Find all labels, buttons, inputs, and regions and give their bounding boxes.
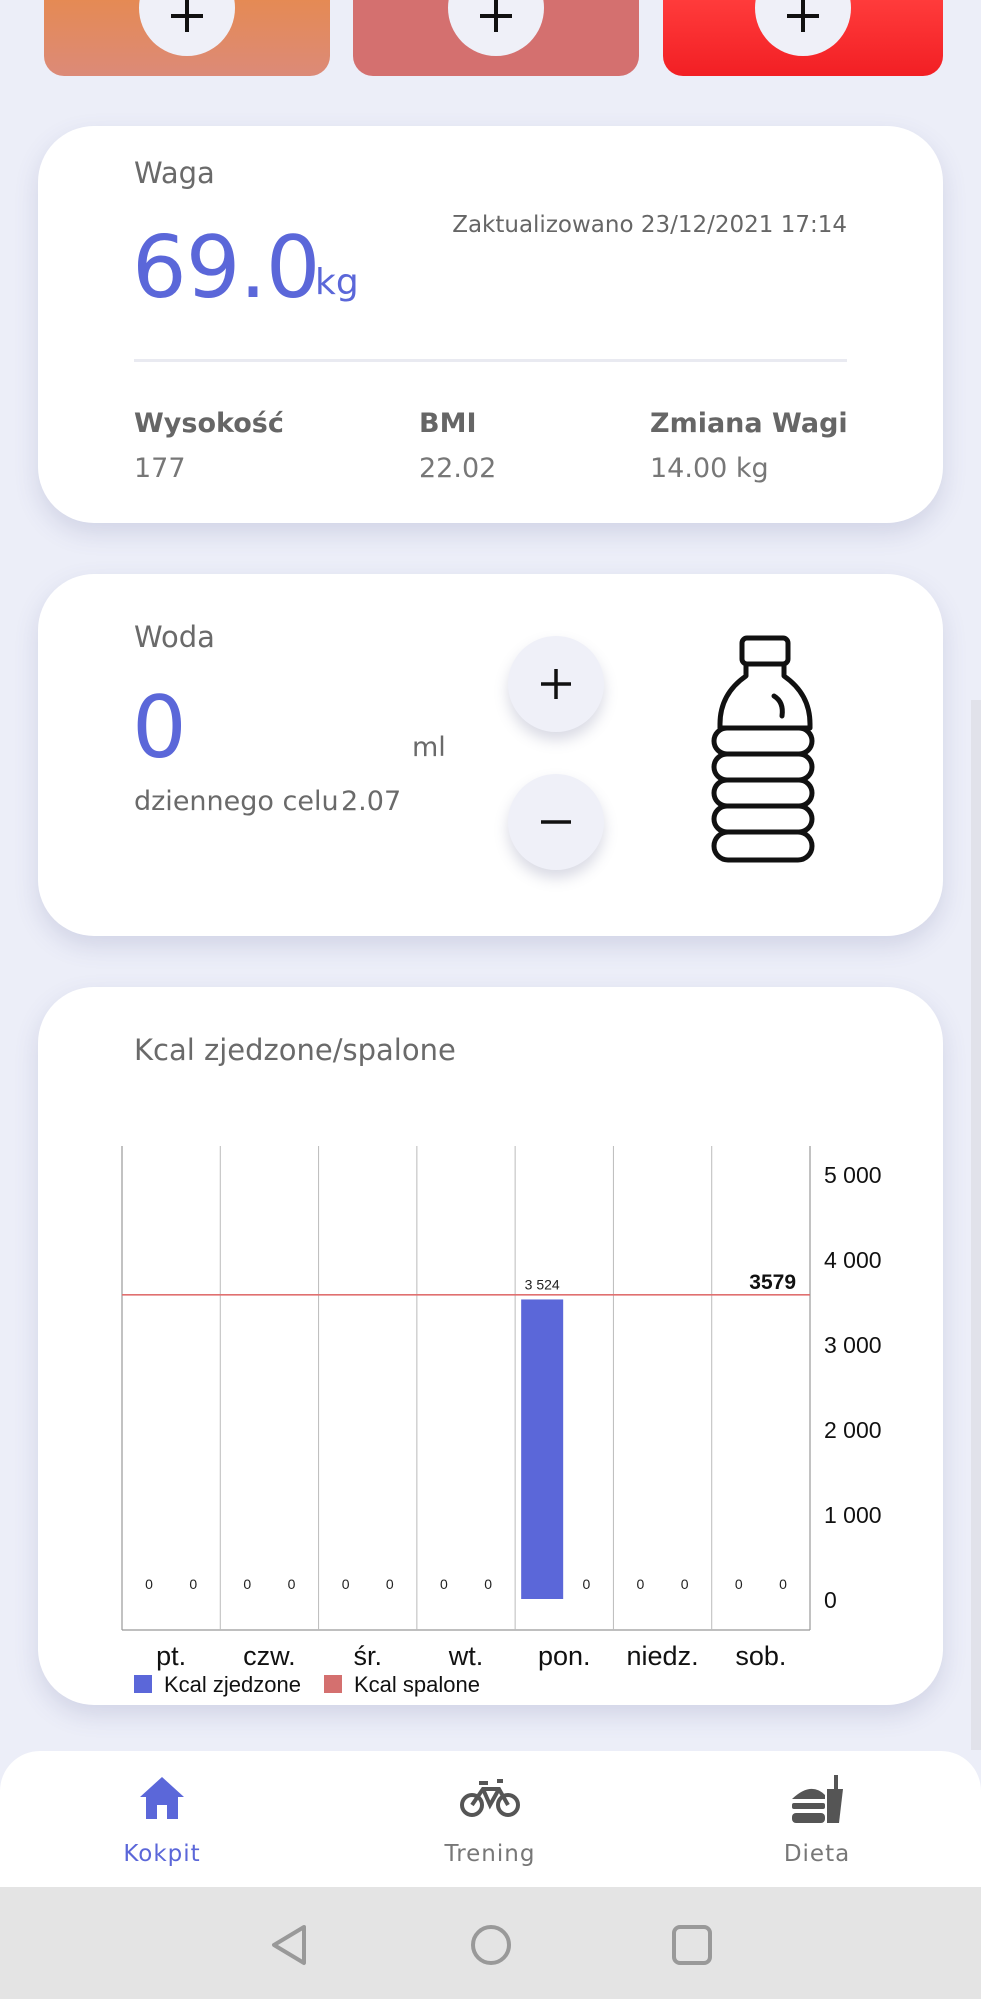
data-label: 0	[440, 1576, 448, 1592]
data-label: 0	[637, 1576, 645, 1592]
food-icon	[792, 1775, 843, 1823]
minus-icon	[541, 820, 571, 824]
add-button-2[interactable]	[448, 0, 544, 56]
y-tick-label: 4 000	[824, 1247, 882, 1273]
x-tick-label: niedz.	[627, 1641, 699, 1671]
legend-label: Kcal zjedzone	[164, 1672, 301, 1697]
water-goal-label: dziennego celu	[134, 786, 339, 817]
plus-icon	[787, 0, 819, 32]
plus-icon	[480, 0, 512, 32]
x-tick-label: wt.	[448, 1641, 484, 1671]
add-button-3[interactable]	[755, 0, 851, 56]
add-button-1[interactable]	[139, 0, 235, 56]
stat-label: Zmiana Wagi	[650, 408, 848, 439]
home-circle-icon[interactable]	[469, 1923, 513, 1967]
weight-value: 69.0	[132, 218, 320, 318]
nav-item-label: Kokpit	[123, 1841, 201, 1867]
stat-label: BMI	[419, 408, 477, 439]
stat-value: 177	[134, 453, 186, 484]
system-navigation-bar	[0, 1887, 981, 1999]
recents-icon[interactable]	[670, 1923, 714, 1967]
data-label: 0	[386, 1576, 394, 1592]
data-label: 0	[681, 1576, 689, 1592]
top-tile-1[interactable]	[44, 0, 330, 76]
weight-unit: kg	[315, 262, 359, 303]
y-tick-label: 2 000	[824, 1417, 882, 1443]
scrollbar[interactable]	[971, 700, 981, 1750]
weight-updated-timestamp: Zaktualizowano 23/12/2021 17:14	[452, 212, 847, 238]
stat-value: 22.02	[419, 453, 497, 484]
weight-title: Waga	[134, 156, 215, 190]
y-tick-label: 5 000	[824, 1162, 882, 1188]
top-tile-2[interactable]	[353, 0, 639, 76]
x-tick-label: czw.	[243, 1641, 296, 1671]
plus-icon	[171, 0, 203, 32]
top-tile-3[interactable]	[663, 0, 943, 76]
nav-item-kokpit[interactable]: Kokpit	[62, 1751, 262, 1887]
home-icon	[140, 1777, 184, 1819]
nav-item-trening[interactable]: Trening	[390, 1751, 590, 1887]
x-tick-label: sob.	[735, 1641, 786, 1671]
remove-water-button[interactable]	[508, 774, 604, 870]
data-label: 0	[288, 1576, 296, 1592]
nav-item-label: Trening	[444, 1841, 536, 1867]
water-unit: ml	[412, 732, 446, 763]
y-tick-label: 0	[824, 1587, 837, 1613]
water-value: 0	[132, 678, 187, 778]
x-tick-label: pon.	[538, 1641, 591, 1671]
x-tick-label: śr.	[353, 1641, 382, 1671]
data-label: 3 524	[525, 1276, 560, 1292]
chart-bar-kcal-eaten	[521, 1299, 564, 1599]
water-goal-value: 2.07	[341, 786, 402, 817]
stat-height: Wysokość 177	[134, 408, 284, 484]
data-label: 0	[484, 1576, 492, 1592]
data-label: 0	[779, 1576, 787, 1592]
divider	[134, 359, 847, 362]
nav-item-dieta[interactable]: Dieta	[717, 1751, 917, 1887]
data-label: 0	[243, 1576, 251, 1592]
back-icon[interactable]	[268, 1923, 310, 1967]
stat-bmi: BMI 22.02	[419, 408, 496, 484]
bottom-navigation: Kokpit Trening Dieta	[0, 1751, 981, 1887]
kcal-card: Kcal zjedzone/spalone 01 000 2 000 3 000 4 …	[38, 987, 943, 1705]
data-label: 0	[145, 1576, 153, 1592]
y-tick-label: 3 000	[824, 1332, 882, 1358]
water-card: Woda 0 ml dziennego celu 2.07	[38, 574, 943, 936]
target-line-label: 3579	[749, 1271, 796, 1294]
data-label: 0	[189, 1576, 197, 1592]
stat-weight-change: Zmiana Wagi 14.00 kg	[650, 408, 848, 484]
bicycle-icon	[460, 1779, 520, 1817]
legend-swatch-kcal-burned	[324, 1675, 342, 1693]
data-label: 0	[735, 1576, 743, 1592]
x-tick-label: pt.	[156, 1641, 186, 1671]
add-water-button[interactable]	[508, 636, 604, 732]
stat-value: 14.00 kg	[650, 453, 769, 484]
legend-swatch-kcal-eaten	[134, 1675, 152, 1693]
plus-icon	[541, 669, 571, 699]
bottle-icon	[711, 635, 815, 863]
stat-label: Wysokość	[134, 408, 284, 439]
water-title: Woda	[134, 620, 215, 654]
weight-card[interactable]: Waga 69.0 kg Zaktualizowano 23/12/2021 1…	[38, 126, 943, 523]
legend-label: Kcal spalone	[354, 1672, 480, 1697]
data-label: 0	[342, 1576, 350, 1592]
kcal-chart: 0 1 000 2 000 3 000 4 000 5 000 0 0 pt. 0 0 czw. 0 0 ś…	[121, 1146, 882, 1697]
y-tick-label: 1 000	[824, 1502, 882, 1528]
data-label: 0	[583, 1576, 591, 1592]
nav-item-label: Dieta	[783, 1841, 851, 1867]
